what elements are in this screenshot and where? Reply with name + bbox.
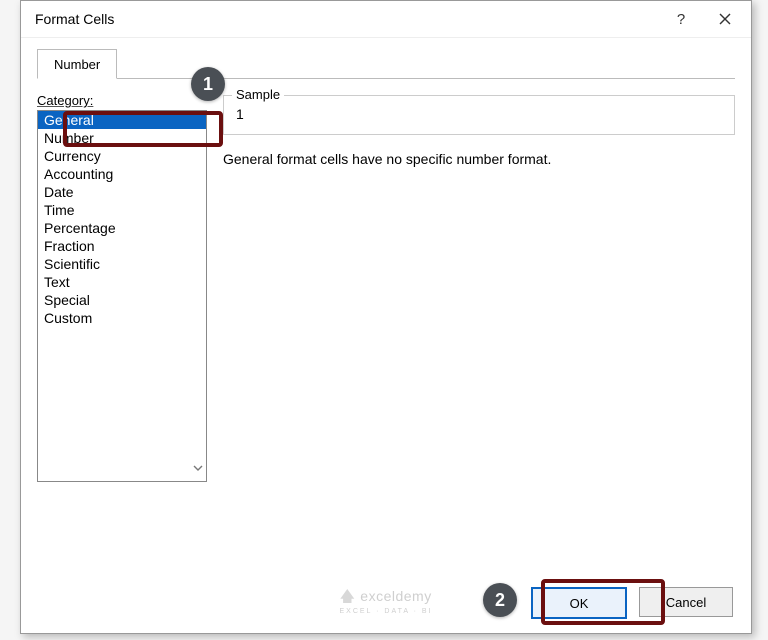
category-item-scientific[interactable]: Scientific [38,255,206,273]
category-item-percentage[interactable]: Percentage [38,219,206,237]
dialog-body: Number Category: General Number Currency… [21,38,751,482]
category-item-date[interactable]: Date [38,183,206,201]
sample-label: Sample [232,87,284,102]
dialog-buttons: OK Cancel [531,587,733,619]
annotation-step-1: 1 [191,67,225,101]
brand-icon [340,589,354,603]
annotation-step-2: 2 [483,583,517,617]
chevron-down-icon[interactable] [192,461,204,475]
ok-button[interactable]: OK [531,587,627,619]
sample-groupbox: Sample 1 [223,95,735,135]
tab-number[interactable]: Number [37,49,117,79]
category-item-custom[interactable]: Custom [38,309,206,327]
category-item-special[interactable]: Special [38,291,206,309]
category-item-currency[interactable]: Currency [38,147,206,165]
category-item-text[interactable]: Text [38,273,206,291]
tab-strip: Number [37,48,735,79]
category-item-fraction[interactable]: Fraction [38,237,206,255]
category-item-general[interactable]: General [38,111,206,129]
category-item-time[interactable]: Time [38,201,206,219]
category-label: Category: [37,93,207,108]
sample-value: 1 [234,102,724,124]
cancel-button[interactable]: Cancel [639,587,733,617]
format-cells-dialog: Format Cells ? Number Category: General … [20,0,752,634]
close-icon [719,13,731,25]
titlebar: Format Cells ? [21,1,751,38]
category-list[interactable]: General Number Currency Accounting Date … [37,110,207,482]
watermark: exceldemy EXCEL · DATA · BI [340,588,433,615]
close-button[interactable] [703,3,747,35]
dialog-title: Format Cells [35,11,659,27]
help-button[interactable]: ? [659,3,703,35]
format-description: General format cells have no specific nu… [223,151,735,167]
category-item-accounting[interactable]: Accounting [38,165,206,183]
watermark-brand: exceldemy [360,588,431,604]
category-item-number[interactable]: Number [38,129,206,147]
watermark-tagline: EXCEL · DATA · BI [340,608,433,615]
